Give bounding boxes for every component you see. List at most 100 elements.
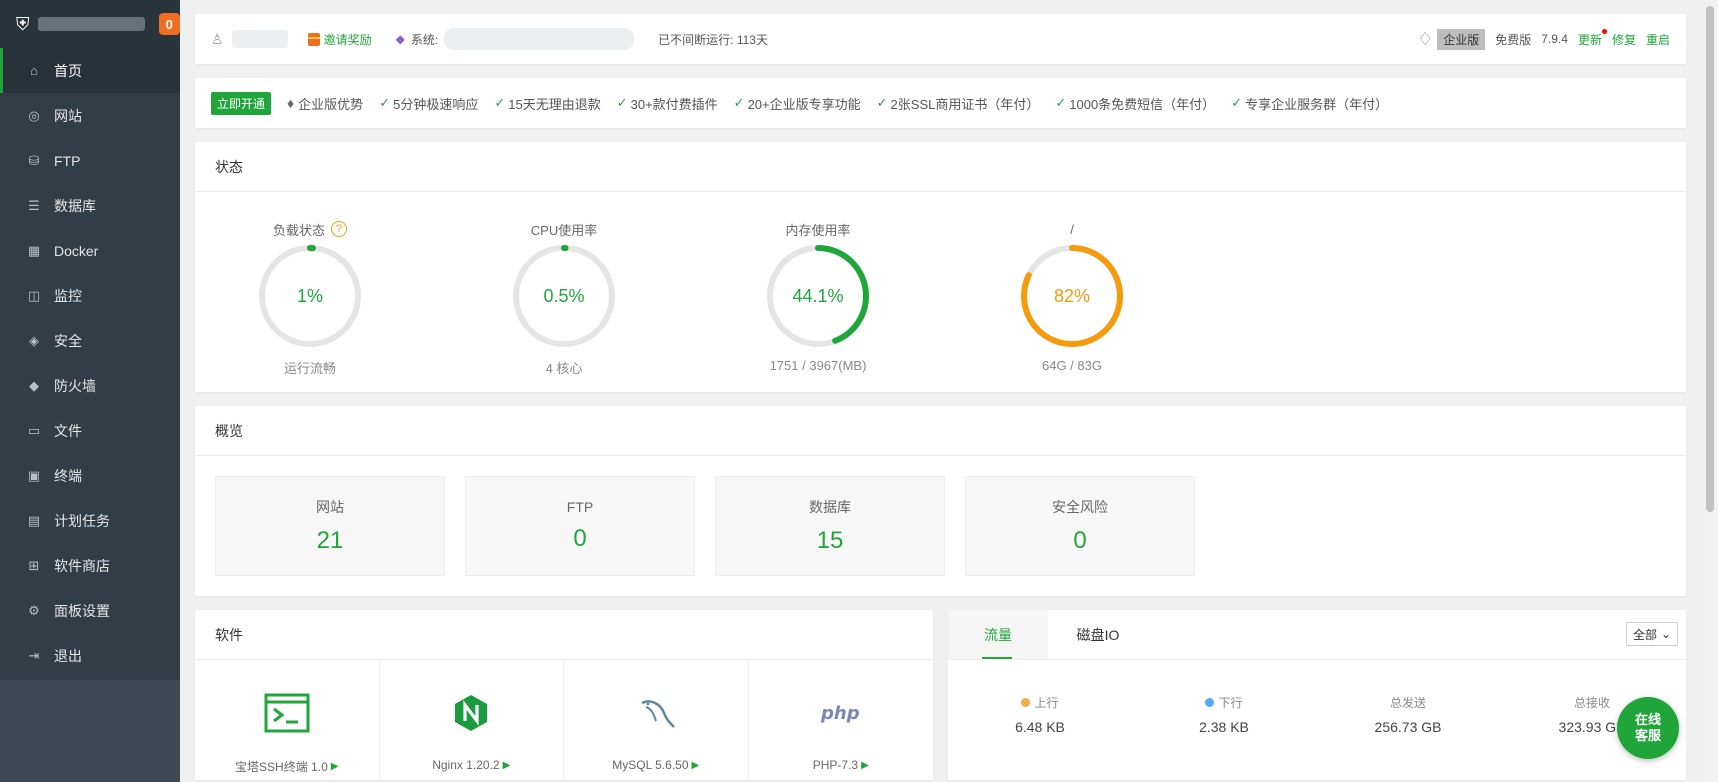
globe-icon: ◎ [28, 107, 40, 123]
overview-title: 概览 [195, 406, 1686, 456]
update-notice-dot [1601, 28, 1607, 34]
repair-link[interactable]: 修复 [1612, 31, 1636, 48]
traffic-stat: 下行 2.38 KB [1132, 694, 1316, 735]
promo-feature-text: 1000条免费短信（年付） [1069, 96, 1216, 112]
tab-0[interactable]: 流量 [948, 610, 1048, 659]
enterprise-tag[interactable]: ♢ 企业版 [1417, 28, 1486, 50]
software-name-text: MySQL 5.6.50 [612, 758, 689, 772]
promo-feature: ✓ 2张SSL商用证书（年付） [877, 94, 1040, 113]
home-icon: ⌂ [30, 63, 38, 78]
message-count-badge[interactable]: 0 [158, 13, 180, 35]
traffic-stat-label-text: 总接收 [1573, 696, 1610, 710]
sidebar-item-5[interactable]: ◫ 监控 [0, 273, 180, 318]
sidebar-item-4[interactable]: ▦ Docker [0, 228, 180, 273]
status-gauge[interactable]: 负载状态? 1% 运行流畅 [241, 220, 379, 377]
traffic-stat-value: 6.48 KB [1015, 719, 1065, 735]
traffic-stat-value: 256.73 GB [1374, 719, 1442, 735]
traffic-stat: 总发送 256.73 GB [1316, 694, 1500, 735]
tab-1[interactable]: 磁盘IO [1048, 610, 1148, 659]
sidebar-item-10[interactable]: ▤ 计划任务 [0, 498, 180, 543]
page-scrollbar[interactable] [1702, 0, 1718, 782]
gauge-title-text: CPU使用率 [530, 222, 598, 238]
sidebar-item-13[interactable]: ⇥ 退出 [0, 633, 180, 678]
status-gauge[interactable]: CPU使用率 0.5% 4 核心 [495, 220, 633, 377]
promo-feature: ✓ 15天无理由退款 [494, 94, 600, 113]
overview-boxes: 网站 21 FTP 0 数据库 15 安全风险 0 [195, 456, 1686, 596]
online-support-button[interactable]: 在线 客服 [1617, 697, 1679, 759]
version-area: ♢ 企业版 免费版 7.9.4 更新 修复 重启 [1417, 28, 1670, 50]
software-item[interactable]: MySQL 5.6.50 ▶ [564, 660, 749, 780]
edition-label: 免费版 [1495, 32, 1532, 47]
overview-box[interactable]: 安全风险 0 [965, 476, 1195, 576]
overview-box[interactable]: 网站 21 [215, 476, 445, 576]
gauge-title-text: / [1070, 221, 1074, 237]
sidebar-item-11[interactable]: ⊞ 软件商店 [0, 543, 180, 588]
overview-value: 21 [316, 527, 344, 554]
sidebar-item-3[interactable]: ☰ 数据库 [0, 183, 180, 228]
status-gauges: 负载状态? 1% 运行流畅 CPU使用率 0.5% 4 核心 内存使用率 44.1% 1751 … [195, 192, 1686, 377]
gauge-value: 82% [1053, 285, 1091, 306]
folder-icon: ▭ [27, 422, 41, 438]
gauge-ring: 0.5% [510, 242, 618, 350]
status-gauge[interactable]: 内存使用率 44.1% 1751 / 3967(MB) [749, 220, 887, 377]
database-icon: ☰ [28, 197, 40, 213]
uptime-text: 已不间断运行: 113天 [658, 32, 768, 47]
overview-box[interactable]: 数据库 15 [715, 476, 945, 576]
update-link[interactable]: 更新 [1578, 28, 1607, 48]
sidebar-item-0[interactable]: ⌂ 首页 [0, 48, 180, 93]
gauge-value: 44.1% [792, 285, 844, 306]
scrollbar-thumb[interactable] [1706, 6, 1714, 512]
server-name-redacted [37, 17, 145, 31]
promo-feature-text: 5分钟极速响应 [393, 96, 479, 112]
overview-label: 网站 [316, 499, 344, 515]
status-panel: 状态 负载状态? 1% 运行流畅 CPU使用率 0.5% 4 核心 内存使用率 44.1% 17… [195, 142, 1686, 392]
logout-icon: ⇥ [28, 647, 40, 663]
user-icon: ♙ [211, 30, 224, 47]
overview-box[interactable]: FTP 0 [465, 476, 695, 576]
sidebar-item-1[interactable]: ◎ 网站 [0, 93, 180, 138]
open-now-button[interactable]: 立即开通 [211, 91, 272, 115]
check-icon: ✓ [1231, 95, 1243, 110]
sidebar-item-label: FTP [54, 152, 81, 169]
gauge-subtext: 64G / 83G [1042, 358, 1102, 373]
sidebar-item-label: 终端 [54, 467, 82, 484]
terminal-icon: ▣ [27, 467, 41, 483]
sidebar-item-7[interactable]: ◆ 防火墙 [0, 363, 180, 408]
gear-icon: ⚙ [28, 602, 40, 618]
play-icon[interactable]: ▶ [503, 760, 511, 771]
software-name-text: PHP-7.3 [812, 758, 859, 772]
interface-select[interactable]: 全部 ⌄ [1626, 622, 1678, 646]
chevron-down-icon: ⌄ [1660, 627, 1672, 641]
play-icon[interactable]: ▶ [331, 761, 339, 772]
software-item[interactable]: Nginx 1.20.2 ▶ [380, 660, 564, 780]
play-icon[interactable]: ▶ [692, 760, 700, 771]
sidebar-item-label: Docker [54, 242, 99, 259]
play-icon[interactable]: ▶ [861, 760, 869, 771]
check-icon: ✓ [379, 95, 391, 110]
top-info-bar: ♙ 邀请奖励 ◆ 系统: 已不间断运行: 113天 ♢ 企业版 免费版 7.9.… [195, 14, 1686, 64]
monitor-icon: ◫ [27, 287, 41, 303]
sidebar-item-6[interactable]: ◈ 安全 [0, 318, 180, 363]
sidebar-item-8[interactable]: ▭ 文件 [0, 408, 180, 453]
overview-value: 0 [1073, 527, 1087, 554]
restart-link[interactable]: 重启 [1646, 31, 1670, 48]
help-icon[interactable]: ? [331, 221, 347, 237]
gauge-subtext: 运行流畅 [283, 361, 336, 376]
traffic-panel: 流量 磁盘IO 全部 ⌄ 上行 6.48 KB 下行 2.38 KB 总发送 256.73 … [948, 610, 1686, 780]
system-info: ◆ 系统: [396, 28, 635, 50]
sidebar-item-2[interactable]: ⛁ FTP [0, 138, 180, 183]
system-name-redacted [444, 28, 635, 50]
software-title: 软件 [195, 610, 933, 660]
traffic-stat-label-text: 总发送 [1389, 696, 1426, 710]
sidebar-item-9[interactable]: ▣ 终端 [0, 453, 180, 498]
traffic-stat-label: 上行 [1021, 694, 1059, 711]
status-gauge[interactable]: / 82% 64G / 83G [1003, 220, 1141, 377]
sidebar-item-label: 首页 [54, 62, 82, 79]
traffic-stats: 上行 6.48 KB 下行 2.38 KB 总发送 256.73 GB 总接收 323.93 … [948, 660, 1686, 735]
invite-reward-link[interactable]: 邀请奖励 [307, 31, 372, 48]
sidebar-item-12[interactable]: ⚙ 面板设置 [0, 588, 180, 633]
software-item[interactable]: php PHP-7.3 ▶ [749, 660, 934, 780]
software-name: PHP-7.3 ▶ [813, 758, 869, 772]
php-icon: php [819, 688, 863, 738]
software-item[interactable]: 宝塔SSH终端 1.0 ▶ [195, 660, 380, 780]
